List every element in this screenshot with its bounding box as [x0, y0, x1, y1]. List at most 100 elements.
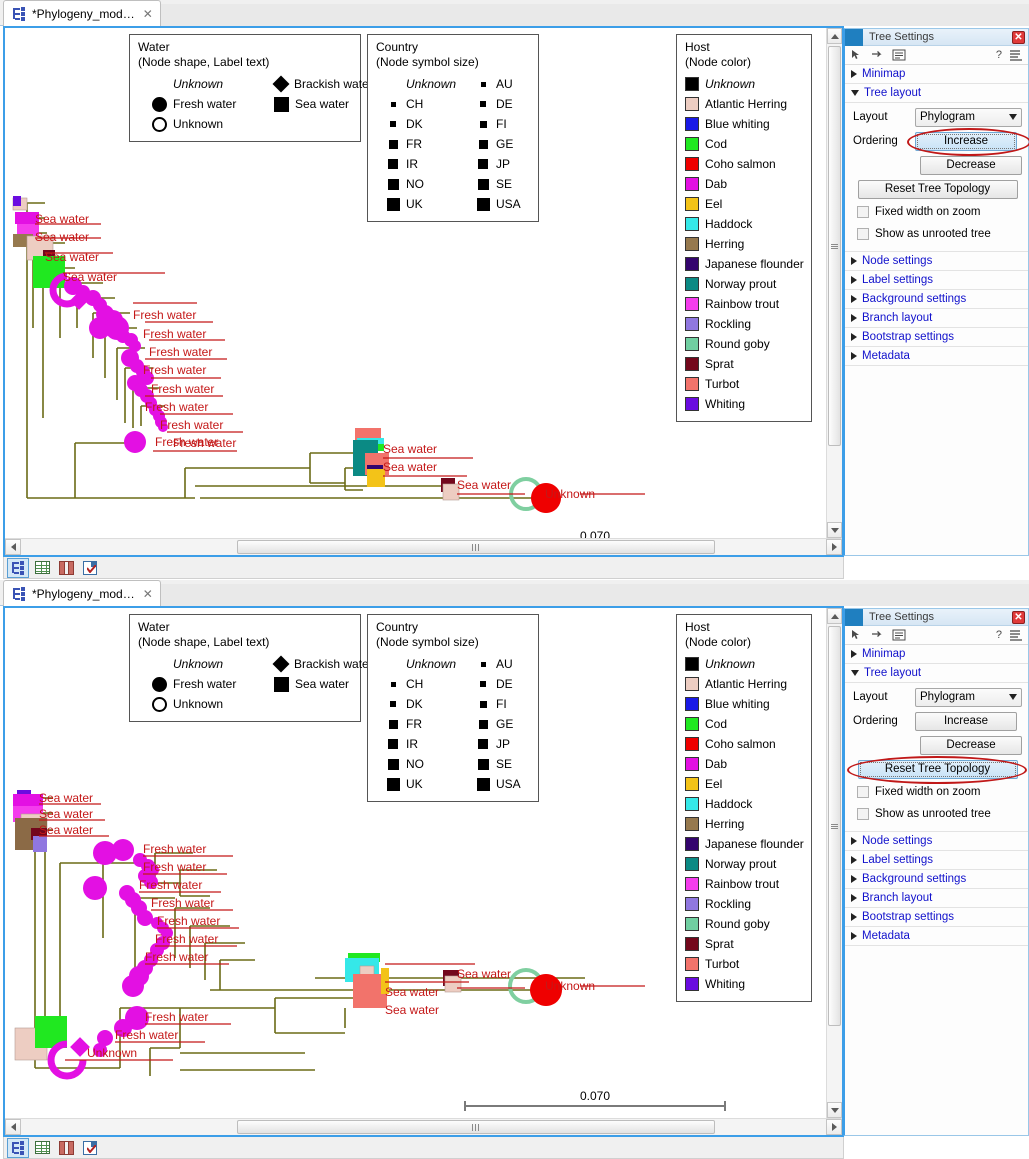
- scroll-right-button[interactable]: [826, 539, 842, 555]
- panel-toolbar[interactable]: ?: [845, 46, 1028, 65]
- svg-text:Fresh water: Fresh water: [145, 1010, 208, 1024]
- phylogenetic-tree-bottom[interactable]: Sea water Sea water Sea water Fresh wate…: [5, 608, 826, 1118]
- section-branch-layout[interactable]: Branch layout: [845, 889, 1028, 908]
- book-view-icon[interactable]: [55, 558, 77, 578]
- unrooted-checkbox[interactable]: [857, 808, 869, 820]
- horizontal-scrollbar-top[interactable]: [5, 538, 842, 555]
- increase-ordering-button[interactable]: Increase: [915, 132, 1017, 151]
- cursor-pointer-icon[interactable]: [871, 49, 885, 61]
- scroll-up-button[interactable]: [827, 28, 842, 44]
- unrooted-label: Show as unrooted tree: [875, 228, 991, 240]
- fixed-width-row[interactable]: Fixed width on zoom: [853, 781, 1022, 803]
- unrooted-checkbox[interactable]: [857, 228, 869, 240]
- tree-drawing-area-top[interactable]: Water (Node shape, Label text) Unknown F…: [5, 28, 826, 538]
- section-label-settings[interactable]: Label settings: [845, 271, 1028, 290]
- scale-bar-bottom: 0.070: [465, 1089, 725, 1111]
- tree-view-icon[interactable]: [7, 1138, 29, 1158]
- unrooted-row[interactable]: Show as unrooted tree: [853, 803, 1022, 825]
- scroll-up-button[interactable]: [827, 608, 842, 624]
- cursor-pointer-icon[interactable]: [871, 629, 885, 641]
- scroll-right-button[interactable]: [826, 1119, 842, 1135]
- close-icon[interactable]: ✕: [140, 587, 153, 601]
- layout-value: Phylogram: [920, 111, 1009, 123]
- book-view-icon[interactable]: [55, 1138, 77, 1158]
- svg-text:Fresh water: Fresh water: [145, 400, 208, 414]
- section-node-settings[interactable]: Node settings: [845, 252, 1028, 271]
- scroll-left-button[interactable]: [5, 539, 21, 555]
- list-settings-icon[interactable]: [892, 629, 906, 641]
- section-minimap[interactable]: Minimap: [845, 645, 1028, 664]
- section-label-settings[interactable]: Label settings: [845, 851, 1028, 870]
- cursor-select-icon[interactable]: [850, 49, 864, 61]
- table-view-icon[interactable]: [31, 558, 53, 578]
- reset-tree-topology-button[interactable]: Reset Tree Topology: [858, 180, 1018, 199]
- section-background-settings[interactable]: Background settings: [845, 870, 1028, 889]
- tree-canvas-bottom[interactable]: Water (Node shape, Label text) Unknown F…: [3, 606, 844, 1137]
- svg-text:Sea water: Sea water: [385, 1003, 439, 1017]
- section-tree-layout[interactable]: Tree layout: [845, 84, 1028, 103]
- decrease-ordering-button[interactable]: Decrease: [920, 156, 1022, 175]
- tab-bar-bottom: *Phylogeny_mod… ✕: [0, 580, 1029, 606]
- panel-menu-icon[interactable]: [1009, 49, 1023, 61]
- tab-phylogeny-top[interactable]: *Phylogeny_mod… ✕: [3, 0, 161, 26]
- fixed-width-checkbox[interactable]: [857, 206, 869, 218]
- section-background-settings[interactable]: Background settings: [845, 290, 1028, 309]
- section-branch-layout[interactable]: Branch layout: [845, 309, 1028, 328]
- panel-drag-handle[interactable]: [845, 29, 863, 46]
- svg-text:Sea water: Sea water: [39, 823, 93, 837]
- section-metadata[interactable]: Metadata: [845, 347, 1028, 366]
- panel-toolbar[interactable]: ?: [845, 626, 1028, 645]
- section-minimap[interactable]: Minimap: [845, 65, 1028, 84]
- scroll-left-button[interactable]: [5, 1119, 21, 1135]
- fixed-width-row[interactable]: Fixed width on zoom: [853, 201, 1022, 223]
- svg-text:Sea water: Sea water: [383, 442, 437, 456]
- section-node-settings[interactable]: Node settings: [845, 832, 1028, 851]
- report-view-icon[interactable]: [79, 1138, 101, 1158]
- list-settings-icon[interactable]: [892, 49, 906, 61]
- close-icon[interactable]: ✕: [140, 7, 153, 21]
- chevron-right-icon: [851, 837, 857, 845]
- tree-view-icon[interactable]: [7, 558, 29, 578]
- svg-text:Fresh water: Fresh water: [143, 842, 206, 856]
- phylogenetic-tree-top[interactable]: Sea water Sea water Sea water Sea water …: [5, 28, 826, 538]
- close-icon[interactable]: ✕: [1012, 31, 1025, 44]
- close-icon[interactable]: ✕: [1012, 611, 1025, 624]
- report-view-icon[interactable]: [79, 558, 101, 578]
- horizontal-scroll-thumb[interactable]: [237, 540, 715, 554]
- layout-select[interactable]: Phylogram: [915, 688, 1022, 707]
- section-bootstrap-settings[interactable]: Bootstrap settings: [845, 908, 1028, 927]
- scroll-down-button[interactable]: [827, 522, 842, 538]
- tree-drawing-area-bottom[interactable]: Water (Node shape, Label text) Unknown F…: [5, 608, 826, 1118]
- vertical-scroll-thumb[interactable]: [828, 626, 841, 1026]
- horizontal-scrollbar-bottom[interactable]: [5, 1118, 842, 1135]
- decrease-ordering-button[interactable]: Decrease: [920, 736, 1022, 755]
- cursor-select-icon[interactable]: [850, 629, 864, 641]
- section-bootstrap-settings[interactable]: Bootstrap settings: [845, 328, 1028, 347]
- table-view-icon[interactable]: [31, 1138, 53, 1158]
- svg-text:Sea water: Sea water: [457, 967, 511, 981]
- vertical-scrollbar-bottom[interactable]: [826, 608, 842, 1118]
- tree-settings-panel-top[interactable]: Tree Settings ✕ ?: [843, 28, 1029, 556]
- layout-select[interactable]: Phylogram: [915, 108, 1022, 127]
- vertical-scrollbar-top[interactable]: [826, 28, 842, 538]
- horizontal-scroll-thumb[interactable]: [237, 1120, 715, 1134]
- tree-canvas-top[interactable]: Water (Node shape, Label text) Unknown F…: [3, 26, 844, 557]
- increase-ordering-button[interactable]: Increase: [915, 712, 1017, 731]
- section-tree-layout[interactable]: Tree layout: [845, 664, 1028, 683]
- section-metadata[interactable]: Metadata: [845, 927, 1028, 946]
- help-icon[interactable]: ?: [996, 49, 1002, 61]
- panel-menu-icon[interactable]: [1009, 629, 1023, 641]
- scroll-down-button[interactable]: [827, 1102, 842, 1118]
- section-label: Metadata: [862, 350, 910, 362]
- view-bottom: *Phylogeny_mod… ✕ Water (Node shape, Lab…: [0, 580, 1029, 1159]
- reset-tree-topology-button[interactable]: Reset Tree Topology: [858, 760, 1018, 779]
- panel-drag-handle[interactable]: [845, 609, 863, 626]
- help-icon[interactable]: ?: [996, 629, 1002, 641]
- vertical-scroll-thumb[interactable]: [828, 46, 841, 446]
- tab-phylogeny-bottom[interactable]: *Phylogeny_mod… ✕: [3, 580, 161, 606]
- view-toolbar-top[interactable]: [3, 557, 844, 579]
- fixed-width-checkbox[interactable]: [857, 786, 869, 798]
- tree-settings-panel-bottom[interactable]: Tree Settings ✕ ?: [843, 608, 1029, 1136]
- view-toolbar-bottom[interactable]: [3, 1137, 844, 1159]
- unrooted-row[interactable]: Show as unrooted tree: [853, 223, 1022, 245]
